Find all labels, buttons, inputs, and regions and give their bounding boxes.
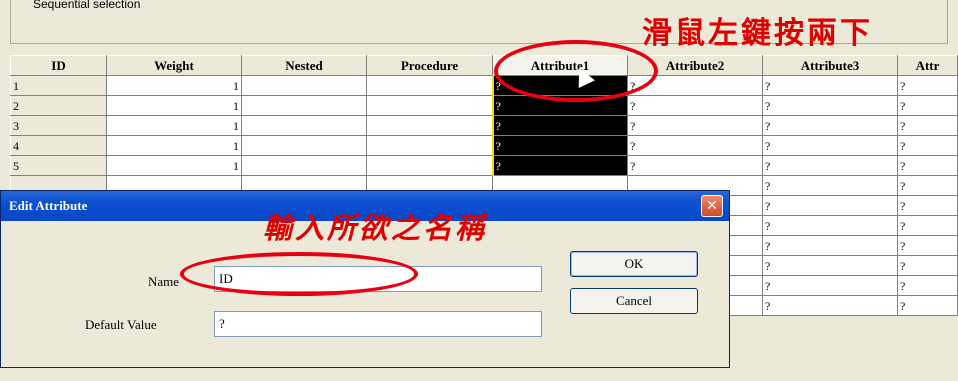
column-header-nested[interactable]: Nested <box>241 55 367 76</box>
cell-a4[interactable]: ? <box>897 275 958 296</box>
cell-a1[interactable]: ? <box>491 155 628 176</box>
column-header-attribute2[interactable]: Attribute2 <box>627 55 763 76</box>
dialog-title: Edit Attribute <box>9 198 88 213</box>
cell-a4[interactable]: ? <box>897 215 958 236</box>
cell-nested[interactable] <box>241 75 367 96</box>
cell-id[interactable]: 5 <box>10 155 107 176</box>
cell-a3[interactable]: ? <box>762 215 898 236</box>
cell-nested[interactable] <box>241 135 367 156</box>
cell-a3[interactable]: ? <box>762 155 898 176</box>
cell-weight[interactable]: 1 <box>106 75 242 96</box>
cell-a2[interactable]: ? <box>627 155 763 176</box>
table-row: 5 1???? <box>10 155 958 176</box>
cell-nested[interactable] <box>241 95 367 116</box>
table-row: 1 1???? <box>10 75 958 96</box>
cell-a4[interactable]: ? <box>897 175 958 196</box>
cell-a2[interactable]: ? <box>627 95 763 116</box>
table-row: 3 1???? <box>10 115 958 136</box>
cell-a3[interactable]: ? <box>762 175 898 196</box>
cell-a4[interactable]: ? <box>897 115 958 136</box>
cell-a4[interactable]: ? <box>897 155 958 176</box>
cell-a2[interactable]: ? <box>627 115 763 136</box>
double-click-annotation: 滑鼠左鍵按兩下 <box>642 16 873 51</box>
cell-a1[interactable]: ? <box>491 75 628 96</box>
cell-weight[interactable]: 1 <box>106 115 242 136</box>
cell-a4[interactable]: ? <box>897 255 958 276</box>
cell-nested[interactable] <box>241 155 367 176</box>
cell-id[interactable]: 2 <box>10 95 107 116</box>
cell-id[interactable]: 3 <box>10 115 107 136</box>
cell-a4[interactable]: ? <box>897 135 958 156</box>
cell-weight[interactable]: 1 <box>106 155 242 176</box>
groupbox-label: Sequential selection <box>33 0 141 11</box>
cell-procedure[interactable] <box>366 95 493 116</box>
cell-a3[interactable]: ? <box>762 235 898 256</box>
cell-a2[interactable]: ? <box>627 75 763 96</box>
cell-procedure[interactable] <box>366 75 493 96</box>
cell-a4[interactable]: ? <box>897 235 958 256</box>
cell-weight[interactable]: 1 <box>106 95 242 116</box>
cell-a3[interactable]: ? <box>762 115 898 136</box>
cell-id[interactable]: 1 <box>10 75 107 96</box>
column-header-id[interactable]: ID <box>10 55 107 76</box>
cell-a3[interactable]: ? <box>762 195 898 216</box>
name-field[interactable]: ID <box>214 266 542 292</box>
cell-a3[interactable]: ? <box>762 275 898 296</box>
cell-a4[interactable]: ? <box>897 195 958 216</box>
edit-attribute-dialog: Edit Attribute ✕ 輸入所欲之名稱 Name ID Default… <box>0 190 730 368</box>
cell-a1[interactable]: ? <box>491 115 628 136</box>
cell-id[interactable]: 4 <box>10 135 107 156</box>
cell-a3[interactable]: ? <box>762 255 898 276</box>
cell-a3[interactable]: ? <box>762 295 898 316</box>
cell-a1[interactable]: ? <box>491 135 628 156</box>
cell-a2[interactable]: ? <box>627 135 763 156</box>
cell-procedure[interactable] <box>366 115 493 136</box>
cell-procedure[interactable] <box>366 155 493 176</box>
column-header-procedure[interactable]: Procedure <box>366 55 493 76</box>
cell-a3[interactable]: ? <box>762 75 898 96</box>
cell-nested[interactable] <box>241 115 367 136</box>
column-header-attribute1[interactable]: Attribute1 <box>492 55 628 76</box>
ok-button[interactable]: OK <box>570 251 698 277</box>
table-row: 4 1???? <box>10 135 958 156</box>
cell-weight[interactable]: 1 <box>106 135 242 156</box>
default-value-label: Default Value <box>85 317 157 332</box>
enter-name-annotation: 輸入所欲之名稱 <box>263 211 488 245</box>
cell-a4[interactable]: ? <box>897 75 958 96</box>
cell-a4[interactable]: ? <box>897 95 958 116</box>
cell-a1[interactable]: ? <box>491 95 628 116</box>
cell-a3[interactable]: ? <box>762 135 898 156</box>
table-row: 2 1???? <box>10 95 958 116</box>
column-header-attr[interactable]: Attr <box>897 55 958 76</box>
default-value-field[interactable]: ? <box>214 311 542 337</box>
cell-a4[interactable]: ? <box>897 295 958 316</box>
column-header-attribute3[interactable]: Attribute3 <box>762 55 898 76</box>
column-header-weight[interactable]: Weight <box>106 55 242 76</box>
cancel-button[interactable]: Cancel <box>570 288 698 314</box>
name-label: Name <box>148 274 180 289</box>
cell-procedure[interactable] <box>366 135 493 156</box>
cell-a3[interactable]: ? <box>762 95 898 116</box>
close-icon[interactable]: ✕ <box>701 195 723 217</box>
